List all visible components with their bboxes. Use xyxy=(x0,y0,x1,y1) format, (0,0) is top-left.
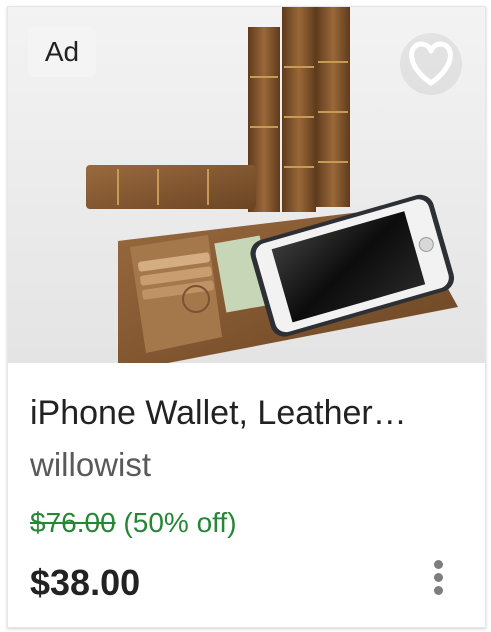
listing-card[interactable]: Ad iPhone Wallet, Leather… willowist $76… xyxy=(7,6,486,628)
original-price: $76.00 xyxy=(30,507,116,538)
heart-outline-icon xyxy=(400,33,462,95)
shop-name[interactable]: willowist xyxy=(30,443,151,487)
ad-badge: Ad xyxy=(28,27,96,77)
more-options-button[interactable] xyxy=(426,557,450,601)
product-image[interactable]: Ad xyxy=(8,7,485,363)
listing-title[interactable]: iPhone Wallet, Leather… xyxy=(30,391,460,435)
current-price: $38.00 xyxy=(30,562,141,603)
discount-label: (50% off) xyxy=(123,507,237,538)
favorite-button[interactable] xyxy=(398,31,464,97)
sale-info: $76.00 (50% off) xyxy=(30,503,237,543)
kebab-menu-icon xyxy=(426,560,450,595)
